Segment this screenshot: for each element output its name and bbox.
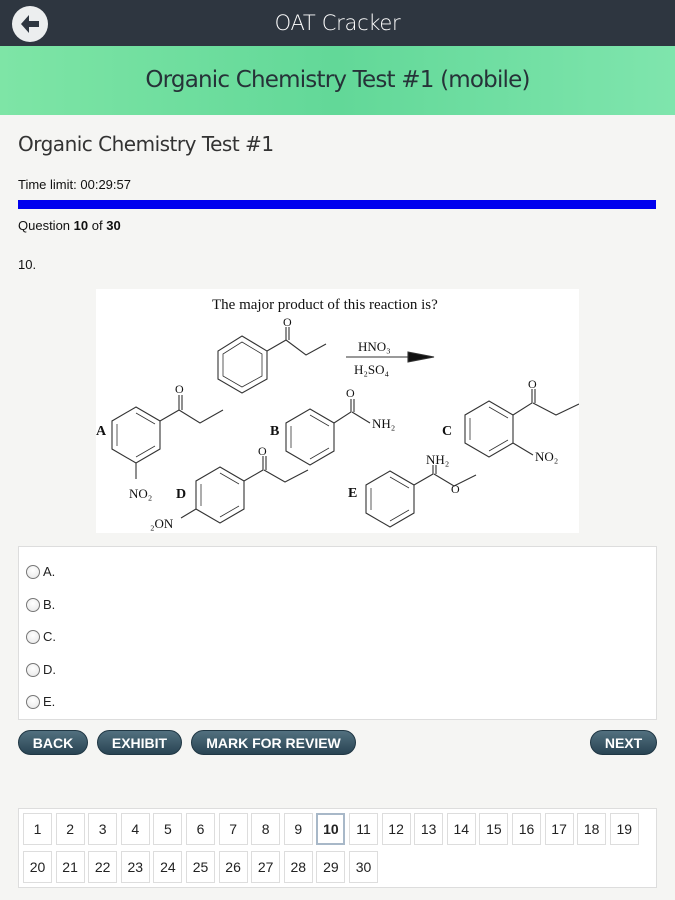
question-pager: 1 2 3 4 5 6 7 8 9 10 11 12 13 14 15 16 17 18 19 20 21 22 23 24 2… — [18, 808, 657, 888]
time-limit-label: Time limit: — [18, 177, 77, 192]
page-button-4[interactable]: 4 — [120, 813, 150, 845]
reactant-structure: O — [217, 315, 327, 394]
option-a-label: A. — [43, 564, 56, 579]
reaction-figure: The major product of this reaction is? O… — [96, 289, 580, 533]
exhibit-button[interactable]: EXHIBIT — [97, 730, 182, 755]
reaction-arrow: HNO₃ H₂SO₄ — [346, 339, 435, 377]
page-button-22[interactable]: 22 — [88, 851, 118, 883]
answer-options: A. B. C. D. E. — [18, 546, 657, 720]
page-button-2[interactable]: 2 — [55, 813, 85, 845]
radio-d[interactable] — [26, 662, 40, 677]
option-b[interactable]: B. — [26, 597, 55, 612]
page-button-27[interactable]: 27 — [251, 851, 281, 883]
page-button-24[interactable]: 24 — [153, 851, 183, 883]
choice-c-o: O — [528, 377, 537, 391]
progress-bar — [18, 200, 656, 209]
page-button-26[interactable]: 26 — [218, 851, 248, 883]
page-button-5[interactable]: 5 — [153, 813, 183, 845]
page-button-10[interactable]: 10 — [316, 813, 346, 845]
page-button-13[interactable]: 13 — [414, 813, 444, 845]
time-remaining: 00:29:57 — [80, 177, 131, 192]
time-limit: Time limit: 00:29:57 — [18, 177, 131, 192]
choice-e-letter: E — [348, 486, 357, 501]
page-button-1[interactable]: 1 — [23, 813, 52, 845]
option-a[interactable]: A. — [26, 564, 55, 579]
choice-e-structure: E NH₂ O — [348, 452, 477, 528]
choice-d-o2n: ₂ON — [150, 516, 174, 531]
reactant-o: O — [283, 315, 292, 329]
page-button-8[interactable]: 8 — [251, 813, 281, 845]
page-button-21[interactable]: 21 — [55, 851, 85, 883]
option-d[interactable]: D. — [26, 662, 56, 677]
app-title: OAT Cracker — [274, 11, 401, 35]
page-button-11[interactable]: 11 — [349, 813, 378, 845]
choice-a-o: O — [175, 382, 184, 396]
page-button-7[interactable]: 7 — [218, 813, 248, 845]
page-button-12[interactable]: 12 — [381, 813, 411, 845]
choice-b-letter: B — [270, 424, 279, 439]
next-button[interactable]: NEXT — [590, 730, 657, 755]
radio-e[interactable] — [26, 694, 40, 709]
choice-a-no2: NO₂ — [129, 486, 152, 501]
page-button-16[interactable]: 16 — [512, 813, 541, 845]
choice-c-letter: C — [442, 424, 452, 439]
page-button-17[interactable]: 17 — [544, 813, 574, 845]
reagent-top: HNO₃ — [358, 339, 391, 354]
back-button[interactable]: BACK — [18, 730, 88, 755]
current-question: 10 — [73, 218, 89, 233]
of-word: of — [91, 218, 103, 233]
banner-title: Organic Chemistry Test #1 (mobile) — [145, 67, 530, 93]
option-e-label: E. — [43, 694, 56, 709]
page-button-19[interactable]: 19 — [609, 813, 639, 845]
mark-for-review-button[interactable]: MARK FOR REVIEW — [191, 730, 356, 755]
option-e[interactable]: E. — [26, 694, 55, 709]
radio-c[interactable] — [26, 629, 40, 644]
choice-d-letter: D — [176, 487, 186, 502]
page-button-25[interactable]: 25 — [186, 851, 215, 883]
choice-b-o: O — [346, 386, 355, 400]
choice-c-structure: C O NO₂ — [442, 377, 580, 464]
page-button-30[interactable]: 30 — [349, 851, 378, 883]
question-prompt: The major product of this reaction is? — [212, 297, 438, 313]
reagent-bottom: H₂SO₄ — [354, 362, 390, 377]
question-word: Question — [18, 218, 71, 233]
choice-a-structure: A O NO₂ — [96, 382, 224, 501]
page-button-9[interactable]: 9 — [283, 813, 313, 845]
test-title: Organic Chemistry Test #1 — [18, 132, 274, 156]
app-bar: OAT Cracker — [0, 0, 675, 46]
page-button-15[interactable]: 15 — [479, 813, 509, 845]
page-button-29[interactable]: 29 — [316, 851, 346, 883]
page-button-20[interactable]: 20 — [23, 851, 52, 883]
total-questions: 30 — [106, 218, 121, 233]
option-d-label: D. — [43, 662, 56, 677]
page-button-3[interactable]: 3 — [88, 813, 118, 845]
choice-d-o: O — [258, 444, 267, 458]
choice-d-structure: D O ₂ON — [150, 444, 309, 531]
choice-b-structure: B O NH₂ — [270, 386, 395, 466]
choice-c-no2: NO₂ — [535, 449, 558, 464]
choice-b-nh2: NH₂ — [372, 416, 395, 431]
page-button-6[interactable]: 6 — [186, 813, 215, 845]
radio-b[interactable] — [26, 597, 40, 612]
choice-e-o: O — [451, 482, 460, 496]
question-number: 10. — [18, 257, 37, 272]
radio-a[interactable] — [26, 564, 40, 579]
choice-a-letter: A — [96, 424, 107, 439]
choice-e-nh2: NH₂ — [426, 452, 449, 467]
page-button-18[interactable]: 18 — [577, 813, 607, 845]
option-c[interactable]: C. — [26, 629, 56, 644]
test-banner: Organic Chemistry Test #1 (mobile) — [0, 46, 675, 115]
option-c-label: C. — [43, 629, 56, 644]
page-button-28[interactable]: 28 — [283, 851, 313, 883]
option-b-label: B. — [43, 597, 56, 612]
question-counter: Question 10 of 30 — [18, 218, 121, 233]
page-button-14[interactable]: 14 — [446, 813, 476, 845]
page-button-23[interactable]: 23 — [120, 851, 150, 883]
